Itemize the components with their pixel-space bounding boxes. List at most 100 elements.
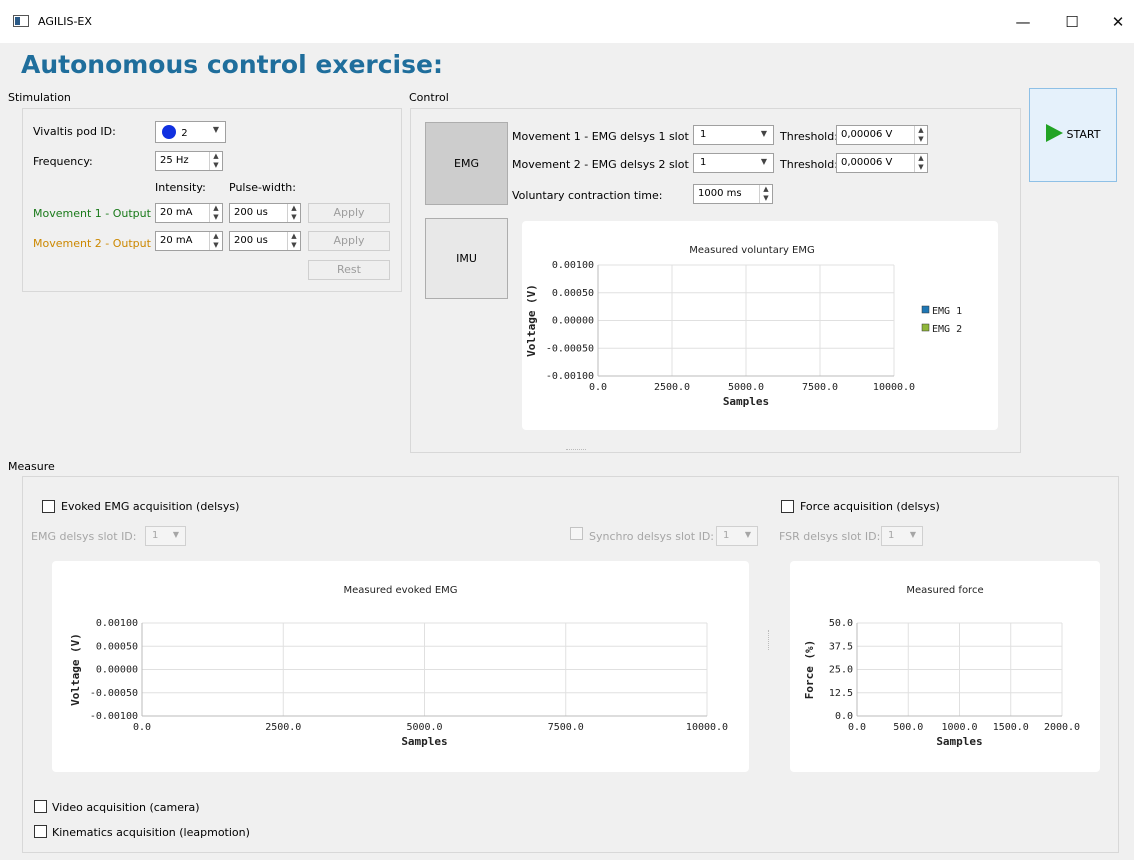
- x-tick-label: 5000.0: [728, 382, 764, 393]
- fsr-slot-value: 1: [888, 530, 895, 541]
- x-tick-label: 1000.0: [941, 722, 977, 733]
- y-axis-label: Voltage (V): [69, 633, 82, 706]
- y-axis-label: Force (%): [803, 640, 816, 700]
- force-checkbox-label[interactable]: Force acquisition (delsys): [800, 500, 940, 513]
- force-checkbox[interactable]: [781, 500, 794, 513]
- emg-mode-button[interactable]: EMG: [425, 122, 508, 205]
- intensity-header: Intensity:: [155, 181, 206, 194]
- chart-svg: 0.0 2500.0 5000.0 7500.0 10000.0 0.00100 0.000…: [69, 618, 728, 748]
- chart-svg: 0.0 2500.0 5000.0 7500.0 10000.0 0.00100 0.000…: [525, 260, 962, 408]
- movement1-output-label: Movement 1 - Output 0: [33, 207, 162, 220]
- movement2-slot-select[interactable]: 1 ▼: [693, 153, 774, 173]
- start-button[interactable]: START: [1029, 88, 1117, 182]
- start-label: START: [1066, 128, 1101, 141]
- movement1-slot-value: 1: [700, 129, 707, 140]
- fsr-slot-select[interactable]: 1 ▼: [881, 526, 923, 546]
- threshold1-spinbox[interactable]: 0,00006 V ▲ ▼: [836, 125, 928, 145]
- threshold2-spinbox[interactable]: 0,00006 V ▲ ▼: [836, 153, 928, 173]
- chevron-down-icon: ▼: [760, 157, 767, 166]
- splitter-handle[interactable]: [566, 449, 586, 450]
- evoked-emg-checkbox-label[interactable]: Evoked EMG acquisition (delsys): [61, 500, 239, 513]
- movement2-pulse-width-spinbox[interactable]: 200 us ▲ ▼: [229, 231, 301, 251]
- stimulation-group-title: Stimulation: [8, 91, 71, 104]
- legend-label: EMG 1: [932, 306, 962, 317]
- y-tick-label: -0.00050: [90, 688, 138, 699]
- y-tick-label: 0.00100: [552, 260, 594, 271]
- threshold1-label: Threshold:: [780, 130, 838, 143]
- spin-arrows-icon[interactable]: ▲ ▼: [209, 152, 222, 170]
- maximize-button[interactable]: ☐: [1049, 8, 1095, 36]
- voluntary-emg-chart: Measured voluntary EMG 0.0 2500.0 5000.0 75…: [522, 221, 998, 430]
- y-tick-label: 0.00000: [552, 316, 594, 327]
- y-tick-label: 0.00050: [552, 288, 594, 299]
- measure-group-title: Measure: [8, 460, 55, 473]
- fsr-slot-label: FSR delsys slot ID:: [779, 530, 881, 543]
- emg-slot-label: EMG delsys slot ID:: [31, 530, 137, 543]
- movement1-intensity-value: 20 mA: [160, 207, 193, 218]
- spin-arrows-icon[interactable]: ▲ ▼: [287, 232, 300, 250]
- synchro-checkbox[interactable]: [570, 527, 583, 540]
- splitter-handle[interactable]: [768, 630, 769, 650]
- synchro-checkbox-label[interactable]: Synchro delsys slot ID:: [589, 530, 714, 543]
- movement2-slot-label: Movement 2 - EMG delsys 2 slot ID:: [512, 158, 708, 171]
- movement2-intensity-value: 20 mA: [160, 235, 193, 246]
- evoked-emg-checkbox[interactable]: [42, 500, 55, 513]
- movement1-pulse-width-value: 200 us: [234, 207, 268, 218]
- imu-mode-button[interactable]: IMU: [425, 218, 508, 299]
- rest-button[interactable]: Rest: [308, 260, 390, 280]
- spin-arrows-icon[interactable]: ▲ ▼: [759, 185, 772, 203]
- threshold2-label: Threshold:: [780, 158, 838, 171]
- movement1-intensity-spinbox[interactable]: 20 mA ▲ ▼: [155, 203, 223, 223]
- x-tick-label: 7500.0: [802, 382, 838, 393]
- page-title: Autonomous control exercise:: [21, 50, 443, 79]
- contraction-time-spinbox[interactable]: 1000 ms ▲ ▼: [693, 184, 773, 204]
- x-axis-label: Samples: [936, 735, 982, 748]
- legend-swatch: [921, 305, 930, 314]
- video-checkbox[interactable]: [34, 800, 47, 813]
- chart-svg: 0.0 500.0 1000.0 1500.0 2000.0 50.0 37.5 25.0 12…: [803, 618, 1080, 748]
- x-tick-label: 2000.0: [1044, 722, 1080, 733]
- movement1-pulse-width-spinbox[interactable]: 200 us ▲ ▼: [229, 203, 301, 223]
- force-chart: Measured force 0.0 500.0 1000.0 1500.0 2000.…: [790, 561, 1100, 772]
- movement2-apply-button[interactable]: Apply: [308, 231, 390, 251]
- spin-arrows-icon[interactable]: ▲ ▼: [209, 232, 222, 250]
- y-tick-label: 25.0: [829, 665, 853, 676]
- x-tick-label: 0.0: [848, 722, 866, 733]
- emg-slot-select[interactable]: 1 ▼: [145, 526, 186, 546]
- close-button[interactable]: ✕: [1095, 8, 1134, 36]
- pod-status-dot: [162, 125, 176, 139]
- kinematics-checkbox[interactable]: [34, 825, 47, 838]
- pulse-width-header: Pulse-width:: [229, 181, 296, 194]
- threshold1-value: 0,00006 V: [841, 129, 893, 140]
- spin-arrows-icon[interactable]: ▲ ▼: [914, 126, 927, 144]
- movement1-apply-button[interactable]: Apply: [308, 203, 390, 223]
- chevron-down-icon: ▼: [909, 530, 916, 539]
- y-tick-label: 37.5: [829, 641, 853, 652]
- y-axis-label: Voltage (V): [525, 284, 538, 357]
- pod-id-select[interactable]: 2 ▼: [155, 121, 226, 143]
- app-icon: [13, 15, 29, 27]
- spin-arrows-icon[interactable]: ▲ ▼: [287, 204, 300, 222]
- spin-arrows-icon[interactable]: ▲ ▼: [209, 204, 222, 222]
- synchro-slot-select[interactable]: 1 ▼: [716, 526, 758, 546]
- minimize-button[interactable]: —: [1000, 8, 1046, 36]
- title-bar: AGILIS-EX — ☐ ✕: [0, 0, 1134, 43]
- x-tick-label: 7500.0: [548, 722, 584, 733]
- video-checkbox-label[interactable]: Video acquisition (camera): [52, 801, 200, 814]
- movement2-intensity-spinbox[interactable]: 20 mA ▲ ▼: [155, 231, 223, 251]
- y-tick-label: 0.00000: [96, 665, 138, 676]
- x-tick-label: 0.0: [133, 722, 151, 733]
- chevron-down-icon: ▼: [172, 530, 179, 539]
- spin-arrows-icon[interactable]: ▲ ▼: [914, 154, 927, 172]
- kinematics-checkbox-label[interactable]: Kinematics acquisition (leapmotion): [52, 826, 250, 839]
- x-tick-label: 5000.0: [406, 722, 442, 733]
- x-tick-label: 2500.0: [265, 722, 301, 733]
- contraction-time-value: 1000 ms: [698, 188, 742, 199]
- chevron-down-icon: ▼: [760, 129, 767, 138]
- y-tick-label: 50.0: [829, 618, 853, 629]
- frequency-value: 25 Hz: [160, 155, 189, 166]
- movement1-slot-select[interactable]: 1 ▼: [693, 125, 774, 145]
- frequency-spinbox[interactable]: 25 Hz ▲ ▼: [155, 151, 223, 171]
- contraction-time-label: Voluntary contraction time:: [512, 189, 663, 202]
- movement2-pulse-width-value: 200 us: [234, 235, 268, 246]
